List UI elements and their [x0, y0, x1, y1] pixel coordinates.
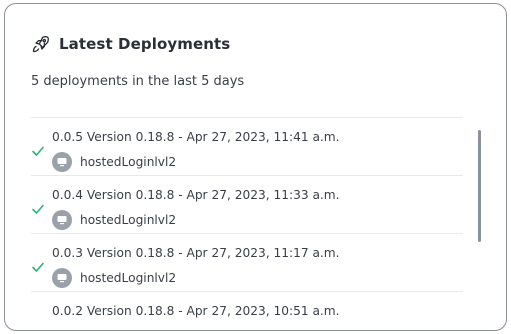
deployment-host: hostedLoginlvl2: [52, 210, 176, 230]
deployment-label: 0.0.5 Version 0.18.8 - Apr 27, 2023, 11:…: [52, 130, 340, 144]
check-icon: [31, 143, 45, 157]
card-header: Latest Deployments: [31, 34, 230, 54]
deployments-summary: 5 deployments in the last 5 days: [31, 74, 245, 89]
host-name: hostedLoginlvl2: [80, 155, 177, 169]
deployment-row[interactable]: 0.0.4 Version 0.18.8 - Apr 27, 2023, 11:…: [31, 175, 463, 233]
deployment-row[interactable]: 0.0.3 Version 0.18.8 - Apr 27, 2023, 11:…: [31, 233, 463, 291]
deployment-list: 0.0.5 Version 0.18.8 - Apr 27, 2023, 11:…: [31, 117, 463, 330]
rocket-icon: [31, 34, 51, 54]
check-icon: [31, 201, 45, 215]
list-scrollbar[interactable]: [478, 130, 481, 242]
computer-icon: [52, 152, 72, 172]
deployment-host: hostedLoginlvl2: [52, 268, 176, 288]
computer-icon: [52, 210, 72, 230]
deployment-label: 0.0.3 Version 0.18.8 - Apr 27, 2023, 11:…: [52, 246, 340, 260]
deployment-row[interactable]: 0.0.5 Version 0.18.8 - Apr 27, 2023, 11:…: [31, 117, 463, 175]
latest-deployments-card: Latest Deployments 5 deployments in the …: [4, 3, 507, 331]
check-icon: [31, 259, 45, 273]
deployment-host: hostedLoginlvl2: [52, 152, 176, 172]
host-name: hostedLoginlvl2: [80, 271, 177, 285]
card-title: Latest Deployments: [59, 35, 231, 53]
computer-icon: [52, 268, 72, 288]
deployment-label: 0.0.2 Version 0.18.8 - Apr 27, 2023, 10:…: [52, 304, 340, 318]
host-name: hostedLoginlvl2: [80, 213, 177, 227]
deployment-row[interactable]: 0.0.2 Version 0.18.8 - Apr 27, 2023, 10:…: [31, 291, 463, 330]
deployment-label: 0.0.4 Version 0.18.8 - Apr 27, 2023, 11:…: [52, 188, 340, 202]
